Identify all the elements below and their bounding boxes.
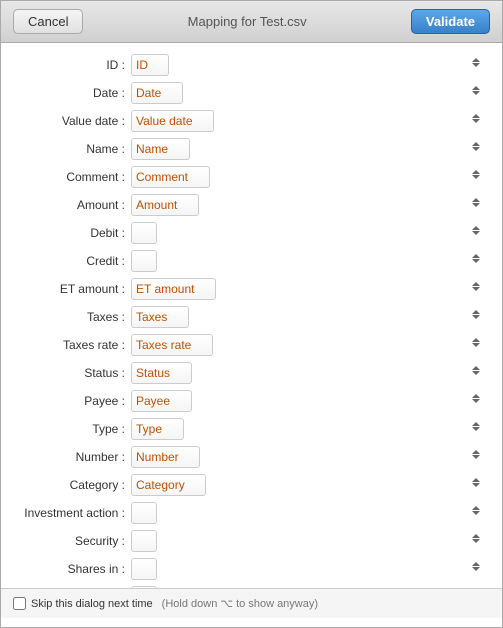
field-select[interactable]: Date (131, 82, 183, 104)
select-wrapper (131, 250, 486, 272)
field-label: Status : (11, 366, 131, 380)
field-select[interactable]: Value date (131, 110, 214, 132)
skip-dialog-label[interactable]: Skip this dialog next time (Hold down ⌥ … (13, 597, 318, 610)
select-wrapper: Payee (131, 390, 486, 412)
form-row: Investment action : (11, 501, 486, 525)
field-select[interactable]: ET amount (131, 278, 216, 300)
select-wrapper: Number (131, 446, 486, 468)
field-label: Name : (11, 142, 131, 156)
field-label: Shares in : (11, 562, 131, 576)
form-content: ID :IDDate :DateValue date :Value dateNa… (1, 43, 502, 588)
field-select[interactable]: Comment (131, 166, 210, 188)
field-label: Debit : (11, 226, 131, 240)
form-row: Value date :Value date (11, 109, 486, 133)
field-select[interactable]: ID (131, 54, 169, 76)
field-select[interactable] (131, 530, 157, 552)
select-wrapper (131, 502, 486, 524)
select-wrapper: Taxes (131, 306, 486, 328)
field-select[interactable]: Category (131, 474, 206, 496)
form-row: Taxes :Taxes (11, 305, 486, 329)
field-select[interactable]: Payee (131, 390, 192, 412)
form-row: ET amount :ET amount (11, 277, 486, 301)
field-label: Amount : (11, 198, 131, 212)
select-wrapper: Type (131, 418, 486, 440)
form-row: Date :Date (11, 81, 486, 105)
field-label: Investment action : (11, 506, 131, 520)
field-label: Credit : (11, 254, 131, 268)
field-label: Type : (11, 422, 131, 436)
form-row: Security : (11, 529, 486, 553)
select-wrapper: Name (131, 138, 486, 160)
form-row: Taxes rate :Taxes rate (11, 333, 486, 357)
field-select[interactable]: Type (131, 418, 184, 440)
select-wrapper (131, 558, 486, 580)
select-wrapper: Amount (131, 194, 486, 216)
field-select[interactable] (131, 558, 157, 580)
select-wrapper (131, 586, 486, 588)
field-label: Comment : (11, 170, 131, 184)
field-label: Security : (11, 534, 131, 548)
field-select[interactable] (131, 502, 157, 524)
select-wrapper: Category (131, 474, 486, 496)
select-wrapper: Taxes rate (131, 334, 486, 356)
select-wrapper: Value date (131, 110, 486, 132)
dialog-title: Mapping for Test.csv (83, 14, 410, 29)
field-label: Taxes : (11, 310, 131, 324)
field-select[interactable]: Taxes (131, 306, 189, 328)
select-wrapper: Date (131, 82, 486, 104)
form-row: Comment :Comment (11, 165, 486, 189)
field-label: Number : (11, 450, 131, 464)
field-label: Date : (11, 86, 131, 100)
select-wrapper: Status (131, 362, 486, 384)
dialog-footer: Skip this dialog next time (Hold down ⌥ … (1, 588, 502, 618)
validate-button[interactable]: Validate (411, 9, 490, 34)
field-select[interactable] (131, 250, 157, 272)
hold-down-note: (Hold down ⌥ to show anyway) (162, 597, 318, 610)
dialog-header: Cancel Mapping for Test.csv Validate (1, 1, 502, 43)
select-wrapper: Comment (131, 166, 486, 188)
form-row: Type :Type (11, 417, 486, 441)
cancel-button[interactable]: Cancel (13, 9, 83, 34)
form-row: Name :Name (11, 137, 486, 161)
form-row: Credit : (11, 249, 486, 273)
skip-dialog-text: Skip this dialog next time (31, 598, 153, 610)
dialog-window: Cancel Mapping for Test.csv Validate ID … (0, 0, 503, 628)
field-select[interactable]: Status (131, 362, 192, 384)
field-select[interactable]: Name (131, 138, 190, 160)
skip-dialog-checkbox[interactable] (13, 597, 26, 610)
field-select[interactable]: Amount (131, 194, 199, 216)
field-select[interactable] (131, 586, 157, 588)
form-row: Category :Category (11, 473, 486, 497)
field-label: Taxes rate : (11, 338, 131, 352)
field-label: Value date : (11, 114, 131, 128)
field-label: Category : (11, 478, 131, 492)
field-select[interactable] (131, 222, 157, 244)
form-row: Payee :Payee (11, 389, 486, 413)
select-wrapper: ET amount (131, 278, 486, 300)
field-select[interactable]: Number (131, 446, 200, 468)
select-wrapper: ID (131, 54, 486, 76)
form-row: ID :ID (11, 53, 486, 77)
form-row: Amount :Amount (11, 193, 486, 217)
field-label: ET amount : (11, 282, 131, 296)
form-row: Debit : (11, 221, 486, 245)
select-wrapper (131, 530, 486, 552)
field-select[interactable]: Taxes rate (131, 334, 213, 356)
field-label: Payee : (11, 394, 131, 408)
form-row: Number :Number (11, 445, 486, 469)
field-label: ID : (11, 58, 131, 72)
select-wrapper (131, 222, 486, 244)
form-row: Status :Status (11, 361, 486, 385)
form-row: Shares in : (11, 557, 486, 581)
